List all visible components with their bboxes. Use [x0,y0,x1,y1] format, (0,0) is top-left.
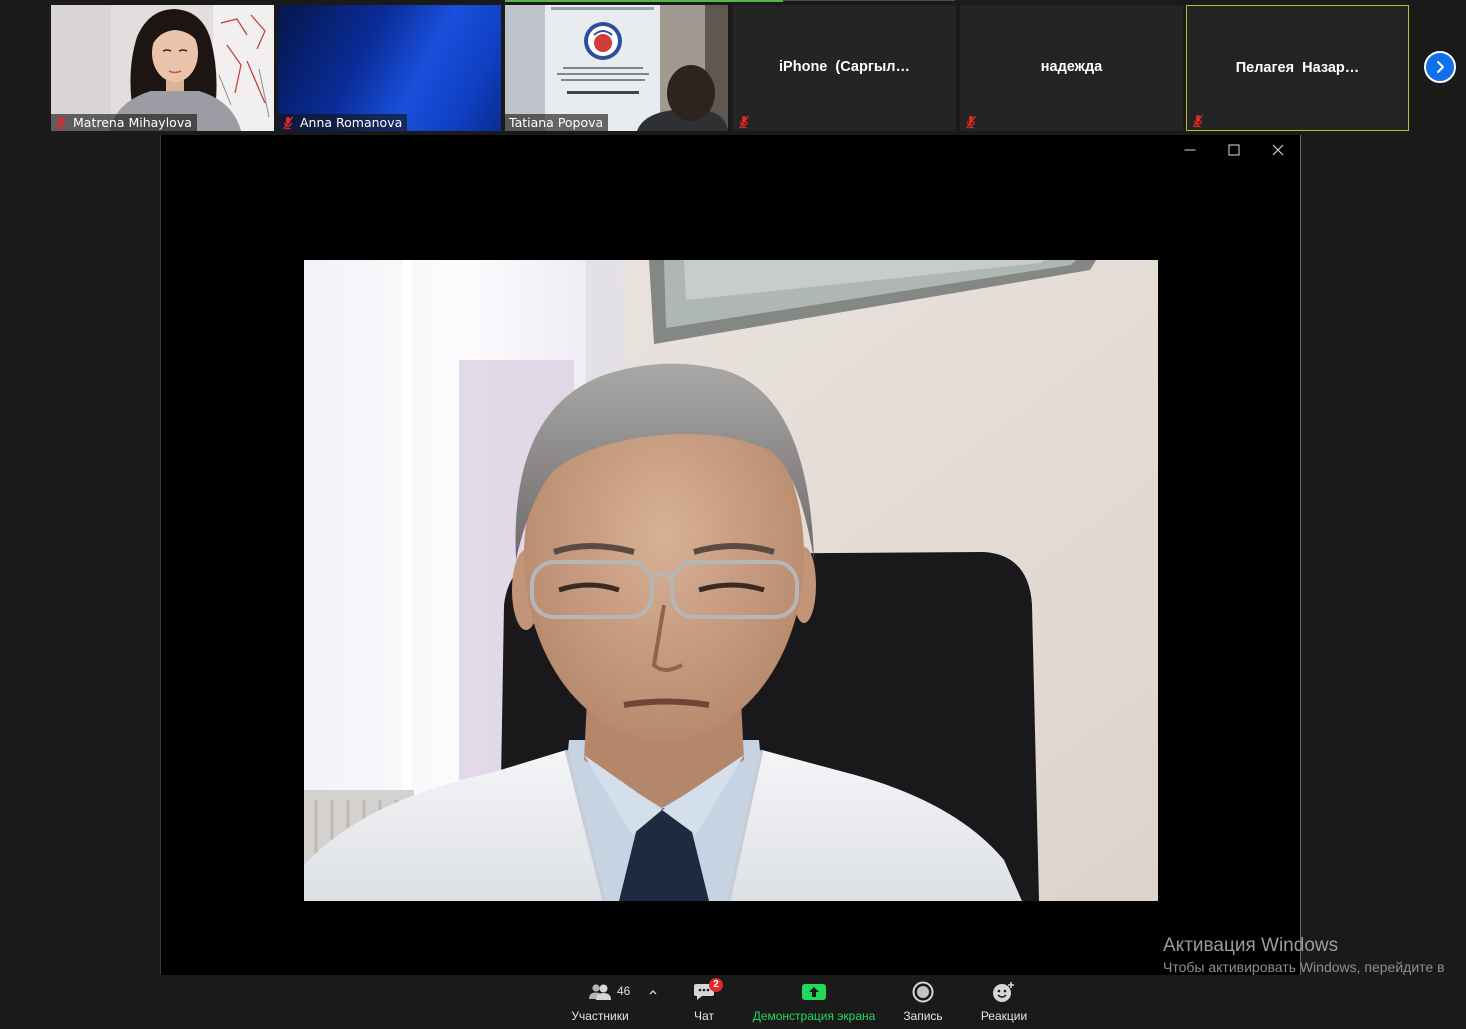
participant-name-label: Matrena Mihaylova [51,114,197,131]
participant-tile[interactable]: Anna Romanova [278,5,501,131]
chat-icon-wrap: 2 [693,978,723,1004]
participant-tile[interactable]: Tatiana Popova [505,5,728,131]
share-screen-icon-wrap [801,980,827,1004]
participants-icon [589,984,611,1000]
mic-muted-icon [282,116,294,129]
chat-button[interactable]: 2 Чат [664,978,744,1026]
share-screen-button[interactable]: Демонстрация экрана [744,980,884,1026]
minimize-button[interactable] [1172,138,1208,162]
record-icon-wrap [912,980,934,1004]
mic-muted-icon [55,116,67,129]
chat-unread-badge: 2 [709,978,723,992]
participants-count: 46 [617,984,631,998]
minimize-icon [1184,149,1196,151]
participant-name: Anna Romanova [300,115,403,130]
reactions-icon [993,982,1014,1002]
close-button[interactable] [1260,138,1296,162]
reactions-label: Реакции [980,1009,1028,1023]
participant-video [505,5,728,131]
participant-video [51,5,274,131]
participant-name-label: Anna Romanova [278,114,408,131]
reactions-icon-wrap [992,980,1016,1004]
top-bar-divider [783,0,955,1]
close-icon [1272,144,1284,156]
maximize-button[interactable] [1216,138,1252,162]
chat-label: Чат [694,1009,714,1023]
participant-tile[interactable]: Matrena Mihaylova [51,5,274,131]
participant-name: Matrena Mihaylova [73,115,192,130]
participants-button[interactable]: 46 Участники [555,980,645,1026]
reactions-button[interactable]: Реакции [964,980,1044,1026]
chevron-up-icon [649,990,657,995]
participant-tile[interactable]: надежда [960,5,1183,131]
share-screen-label: Демонстрация экрана [752,1009,876,1023]
mic-muted-icon [1192,114,1204,128]
participant-video [278,5,501,131]
participant-name: Пелагея Назар… [1235,60,1360,76]
participant-tile-active-speaker[interactable]: Пелагея Назар… [1186,5,1409,131]
participant-name: надежда [1040,59,1103,75]
share-screen-icon [802,984,826,1000]
mic-muted-icon [965,115,977,129]
record-button[interactable]: Запись [883,980,963,1026]
participant-name-label: Tatiana Popova [505,114,609,131]
record-icon [912,981,934,1003]
top-bar-indicator [505,0,783,2]
mic-muted-icon [738,115,750,129]
participants-options-button[interactable] [647,986,659,998]
active-speaker-video [304,260,1158,901]
filmstrip-next-button[interactable] [1424,51,1456,83]
record-label: Запись [903,1009,943,1023]
participant-name: iPhone (Саргыл… [779,59,910,75]
participants-label: Участники [571,1009,629,1023]
participant-name: Tatiana Popova [509,115,604,130]
video-panel [160,135,1301,975]
participant-tile[interactable]: iPhone (Саргыл… [733,5,956,131]
participants-icon-wrap: 46 [588,980,630,1004]
maximize-icon [1228,144,1240,156]
chevron-right-icon [1437,61,1444,73]
